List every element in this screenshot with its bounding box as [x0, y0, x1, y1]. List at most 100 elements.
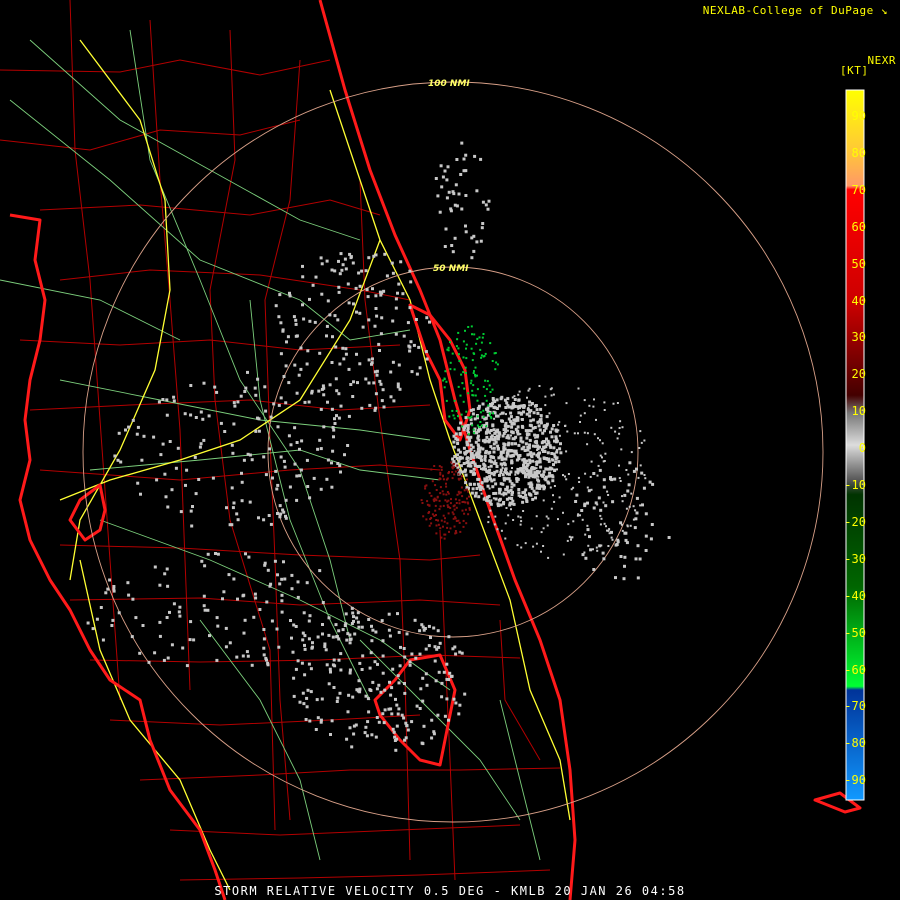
echo-pixel: [165, 413, 169, 417]
echo-pixel: [586, 486, 589, 489]
echo-pixel: [562, 511, 564, 514]
echo-pixel: [505, 454, 509, 458]
echo-pixel: [437, 523, 440, 526]
echo-pixel: [403, 738, 407, 742]
echo-pixel: [521, 491, 525, 495]
echo-pixel: [539, 470, 542, 473]
echo-pixel: [667, 536, 671, 539]
echo-pixel: [414, 318, 418, 321]
echo-pixel: [531, 497, 535, 501]
echo-pixel: [179, 510, 183, 514]
echo-pixel: [408, 660, 412, 664]
echo-pixel: [454, 517, 457, 520]
echo-pixel: [496, 504, 500, 508]
echo-pixel: [101, 638, 105, 642]
echo-pixel: [492, 450, 496, 454]
echo-pixel: [374, 406, 378, 410]
echo-pixel: [534, 439, 538, 443]
echo-pixel: [458, 650, 462, 654]
echo-pixel: [556, 448, 558, 451]
echo-pixel: [584, 556, 588, 560]
echo-pixel: [536, 453, 540, 457]
echo-pixel: [403, 682, 406, 685]
echo-pixel: [219, 421, 223, 425]
echo-pixel: [467, 326, 470, 328]
echo-pixel: [335, 414, 338, 418]
echo-pixel: [494, 368, 497, 371]
echo-pixel: [441, 175, 445, 179]
echo-pixel: [300, 439, 304, 443]
echo-pixel: [506, 429, 509, 432]
echo-pixel: [507, 448, 511, 452]
echo-pixel: [445, 380, 448, 383]
echo-pixel: [347, 367, 351, 371]
echo-pixel: [565, 450, 568, 453]
echo-pixel: [135, 432, 139, 436]
echo-pixel: [370, 733, 374, 737]
echo-pixel: [544, 475, 548, 479]
echo-pixel: [104, 591, 108, 595]
echo-pixel: [367, 358, 371, 362]
echo-pixel: [500, 529, 503, 532]
echo-pixel: [489, 477, 492, 481]
echo-pixel: [280, 610, 284, 614]
echo-pixel: [531, 459, 535, 463]
echo-pixel: [364, 377, 368, 381]
echo-pixel: [467, 392, 470, 395]
echo-pixel: [117, 611, 121, 615]
echo-pixel: [536, 411, 540, 415]
echo-pixel: [397, 681, 401, 685]
echo-pixel: [554, 440, 558, 444]
echo-pixel: [460, 470, 464, 474]
echo-pixel: [306, 688, 310, 692]
echo-pixel: [358, 661, 362, 665]
echo-pixel: [482, 467, 486, 471]
echo-pixel: [452, 462, 455, 465]
echo-pixel: [586, 432, 589, 435]
echo-pixel: [456, 453, 459, 457]
echo-pixel: [443, 245, 447, 248]
echo-pixel: [377, 683, 381, 687]
echo-pixel: [588, 404, 591, 407]
echo-pixel: [496, 363, 499, 366]
echo-pixel: [321, 623, 324, 626]
echo-pixel: [451, 477, 454, 480]
echo-pixel: [424, 647, 428, 651]
echo-pixel: [535, 435, 539, 439]
radar-map: 100 NMI 50 NMI: [0, 0, 862, 900]
echo-pixel: [458, 432, 462, 436]
echo-pixel: [330, 407, 334, 411]
echo-pixel: [432, 498, 435, 501]
echo-pixel: [288, 485, 292, 489]
echo-pixel: [275, 487, 279, 491]
echo-pixel: [505, 497, 509, 501]
echo-pixel: [494, 459, 497, 462]
echo-pixel: [499, 413, 502, 416]
echo-pixel: [381, 712, 385, 716]
echo-pixel: [314, 728, 318, 731]
echo-pixel: [465, 440, 469, 444]
echo-pixel: [481, 222, 485, 225]
echo-pixel: [408, 663, 412, 667]
echo-pixel: [276, 483, 280, 487]
echo-pixel: [547, 474, 551, 478]
echo-pixel: [450, 498, 452, 501]
echo-pixel: [552, 424, 556, 427]
echo-pixel: [429, 518, 432, 520]
echo-pixel: [272, 402, 276, 406]
echo-pixel: [524, 493, 528, 497]
echo-pixel: [618, 477, 621, 480]
echo-pixel: [627, 473, 630, 476]
echo-pixel: [607, 494, 610, 496]
echo-pixel: [527, 430, 530, 432]
echo-pixel: [269, 415, 273, 419]
echo-pixel: [422, 515, 425, 518]
echo-pixel: [408, 349, 412, 353]
echo-pixel: [532, 466, 536, 470]
echo-pixel: [265, 658, 268, 662]
echo-pixel: [494, 352, 497, 354]
echo-pixel: [335, 635, 339, 639]
echo-pixel: [471, 394, 474, 397]
echo-pixel: [399, 645, 402, 649]
echo-pixel: [165, 616, 169, 619]
